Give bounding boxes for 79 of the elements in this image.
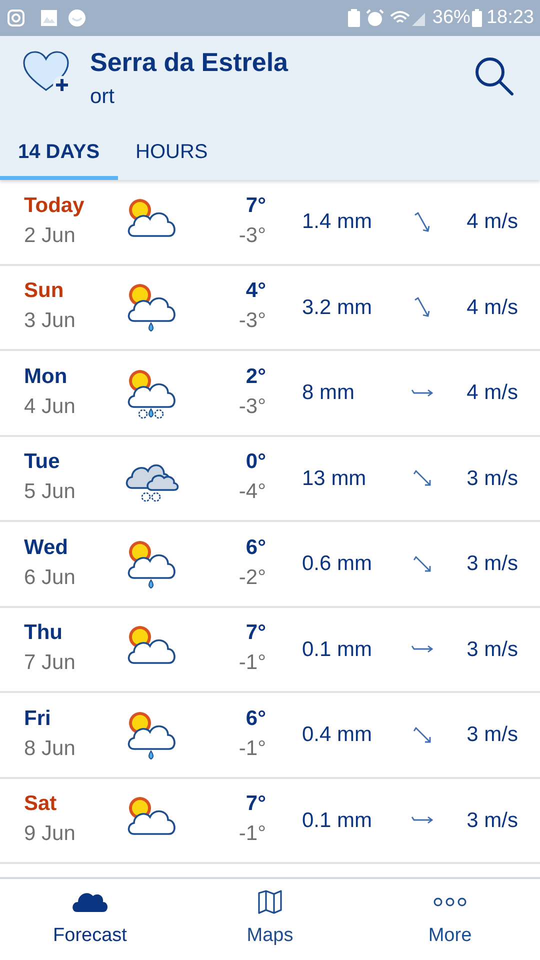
wind-speed: 3 m/s [466, 466, 518, 492]
clock: 18:23 [486, 6, 534, 30]
tab[interactable]: HOURS [118, 124, 226, 180]
camera-icon [7, 9, 25, 27]
precipitation: 0.6 mm [302, 551, 374, 577]
wind-arrow-icon [413, 726, 431, 743]
smiley-icon [68, 9, 86, 27]
day-name: Today [24, 192, 86, 219]
date: 8 Jun [24, 736, 76, 762]
nav-tab[interactable]: More [360, 879, 540, 960]
high-temperature: 7° [246, 791, 266, 818]
day-row[interactable]: Thu 7 Jun 7° -1° 0.1 mm 3 m/s [0, 608, 540, 693]
day-name: Fri [24, 706, 52, 732]
image-icon [40, 9, 58, 27]
tab[interactable]: 14 DAYS [0, 124, 118, 180]
low-temperature: -3° [238, 394, 266, 420]
high-temperature: 4° [246, 278, 266, 304]
low-temperature: -4° [238, 479, 266, 506]
low-temperature: -3° [238, 308, 266, 334]
day-name: Sat [24, 791, 58, 818]
date: 9 Jun [24, 821, 76, 848]
precipitation: 1.4 mm [302, 209, 374, 235]
low-temperature: -1° [238, 650, 266, 676]
day-name: Thu [24, 620, 64, 646]
day-row[interactable]: Fri 8 Jun 6° -1° 0.4 mm 3 m/s [0, 693, 540, 778]
high-temperature: 7° [246, 192, 266, 219]
wind-arrow-icon [411, 388, 433, 397]
precipitation: 0.1 mm [302, 808, 374, 834]
day-row[interactable]: Tue 5 Jun 0° -4° 13 mm 3 m/s [0, 436, 540, 522]
precipitation: 0.4 mm [302, 722, 374, 748]
precipitation: 3.2 mm [302, 294, 374, 320]
high-temperature: 0° [246, 449, 266, 476]
location-subtitle: ort [90, 84, 116, 110]
day-name: Mon [24, 364, 68, 390]
date: 3 Jun [24, 308, 76, 334]
high-temperature: 2° [246, 364, 266, 390]
wind-speed: 4 m/s [466, 294, 518, 320]
date: 7 Jun [24, 650, 76, 676]
nav-tab[interactable]: Forecast [0, 879, 180, 960]
battery-percent: 36% [432, 6, 470, 30]
wind-arrow-icon [414, 212, 430, 232]
low-temperature: -1° [238, 736, 266, 762]
high-temperature: 6° [246, 706, 266, 732]
wind-speed: 4 m/s [466, 209, 518, 235]
day-row[interactable]: Mon 4 Jun 2° -3° 8 mm 4 m/s [0, 351, 540, 436]
day-row[interactable]: Wed 6 Jun 6° -2° 0.6 mm 3 m/s [0, 522, 540, 608]
precipitation: 13 mm [302, 466, 368, 492]
low-temperature: -1° [238, 821, 266, 848]
wind-speed: 4 m/s [466, 380, 518, 406]
wind-speed: 3 m/s [466, 808, 518, 834]
low-temperature: -3° [238, 222, 266, 249]
alarm-icon [366, 9, 384, 27]
day-name: Tue [24, 449, 61, 476]
wind-arrow-icon [411, 816, 433, 824]
day-row[interactable]: Today 2 Jun 7° -3° 1.4 mm 4 m/s [0, 180, 540, 266]
nav-tab[interactable]: Maps [180, 879, 360, 960]
day-row[interactable]: Sun 3 Jun 4° -3° 3.2 mm 4 m/s [0, 266, 540, 351]
wind-arrow-icon [411, 645, 433, 654]
wind-arrow-icon [413, 470, 431, 486]
wind-arrow-icon [414, 297, 430, 318]
day-row[interactable]: Sat 9 Jun 7° -1° 0.1 mm 3 m/s [0, 778, 540, 864]
day-name: Sun [24, 278, 65, 304]
low-temperature: -2° [238, 564, 266, 591]
wind-arrow-icon [413, 556, 431, 572]
date: 6 Jun [24, 564, 76, 591]
battery-saver-icon [348, 9, 360, 27]
precipitation: 8 mm [302, 380, 356, 406]
location-title: Serra da Estrela [90, 46, 288, 78]
battery-icon [472, 9, 482, 27]
day-name: Wed [24, 534, 69, 561]
wind-speed: 3 m/s [466, 636, 518, 662]
wind-speed: 3 m/s [466, 722, 518, 748]
date: 5 Jun [24, 479, 76, 506]
high-temperature: 7° [246, 620, 266, 646]
date: 2 Jun [24, 222, 76, 249]
date: 4 Jun [24, 394, 76, 420]
high-temperature: 6° [246, 534, 266, 561]
wind-speed: 3 m/s [466, 551, 518, 577]
precipitation: 0.1 mm [302, 636, 374, 662]
